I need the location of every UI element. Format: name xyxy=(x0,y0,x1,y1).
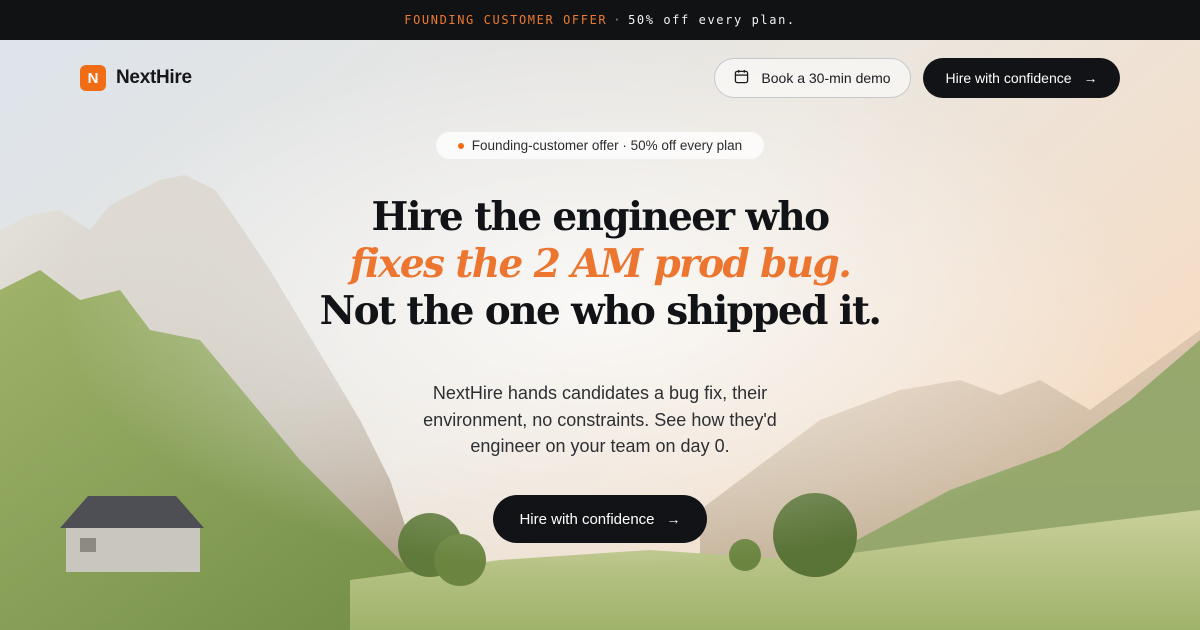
hire-with-confidence-nav-button[interactable]: Hire with confidence → xyxy=(923,58,1120,98)
announcement-highlight: FOUNDING CUSTOMER OFFER xyxy=(404,13,608,27)
announcement-bar: FOUNDING CUSTOMER OFFER · 50% off every … xyxy=(0,0,1200,40)
arrow-right-icon: → xyxy=(1083,70,1098,86)
arrow-right-icon: → xyxy=(666,511,681,527)
offer-pill: Founding-customer offer · 50% off every … xyxy=(436,132,764,159)
headline-line-2-accent: fixes the 2 AM prod bug. xyxy=(349,241,852,287)
book-demo-button[interactable]: Book a 30-min demo xyxy=(714,58,911,98)
hero-subtext: NextHire hands candidates a bug fix, the… xyxy=(423,383,777,456)
headline-line-1: Hire the engineer who xyxy=(371,194,830,240)
hero-cta-label: Hire with confidence xyxy=(519,510,655,528)
brand-name: NextHire xyxy=(116,67,192,88)
logo-mark-icon: N xyxy=(80,65,106,91)
headline-line-3: Not the one who shipped it. xyxy=(319,288,882,334)
hire-with-confidence-hero-button[interactable]: Hire with confidence → xyxy=(493,495,707,543)
book-demo-label: Book a 30-min demo xyxy=(761,70,891,86)
announcement-separator: · xyxy=(613,13,623,27)
offer-pill-text: Founding-customer offer · 50% off every … xyxy=(471,138,743,153)
brand-logo[interactable]: N NextHire xyxy=(80,65,192,91)
hero-headline: Hire the engineer who fixes the 2 AM pro… xyxy=(300,194,900,335)
calendar-icon xyxy=(734,69,749,87)
nav-cta-label: Hire with confidence xyxy=(945,70,1072,86)
announcement-text: 50% off every plan. xyxy=(628,13,796,27)
status-dot-icon xyxy=(457,142,464,149)
